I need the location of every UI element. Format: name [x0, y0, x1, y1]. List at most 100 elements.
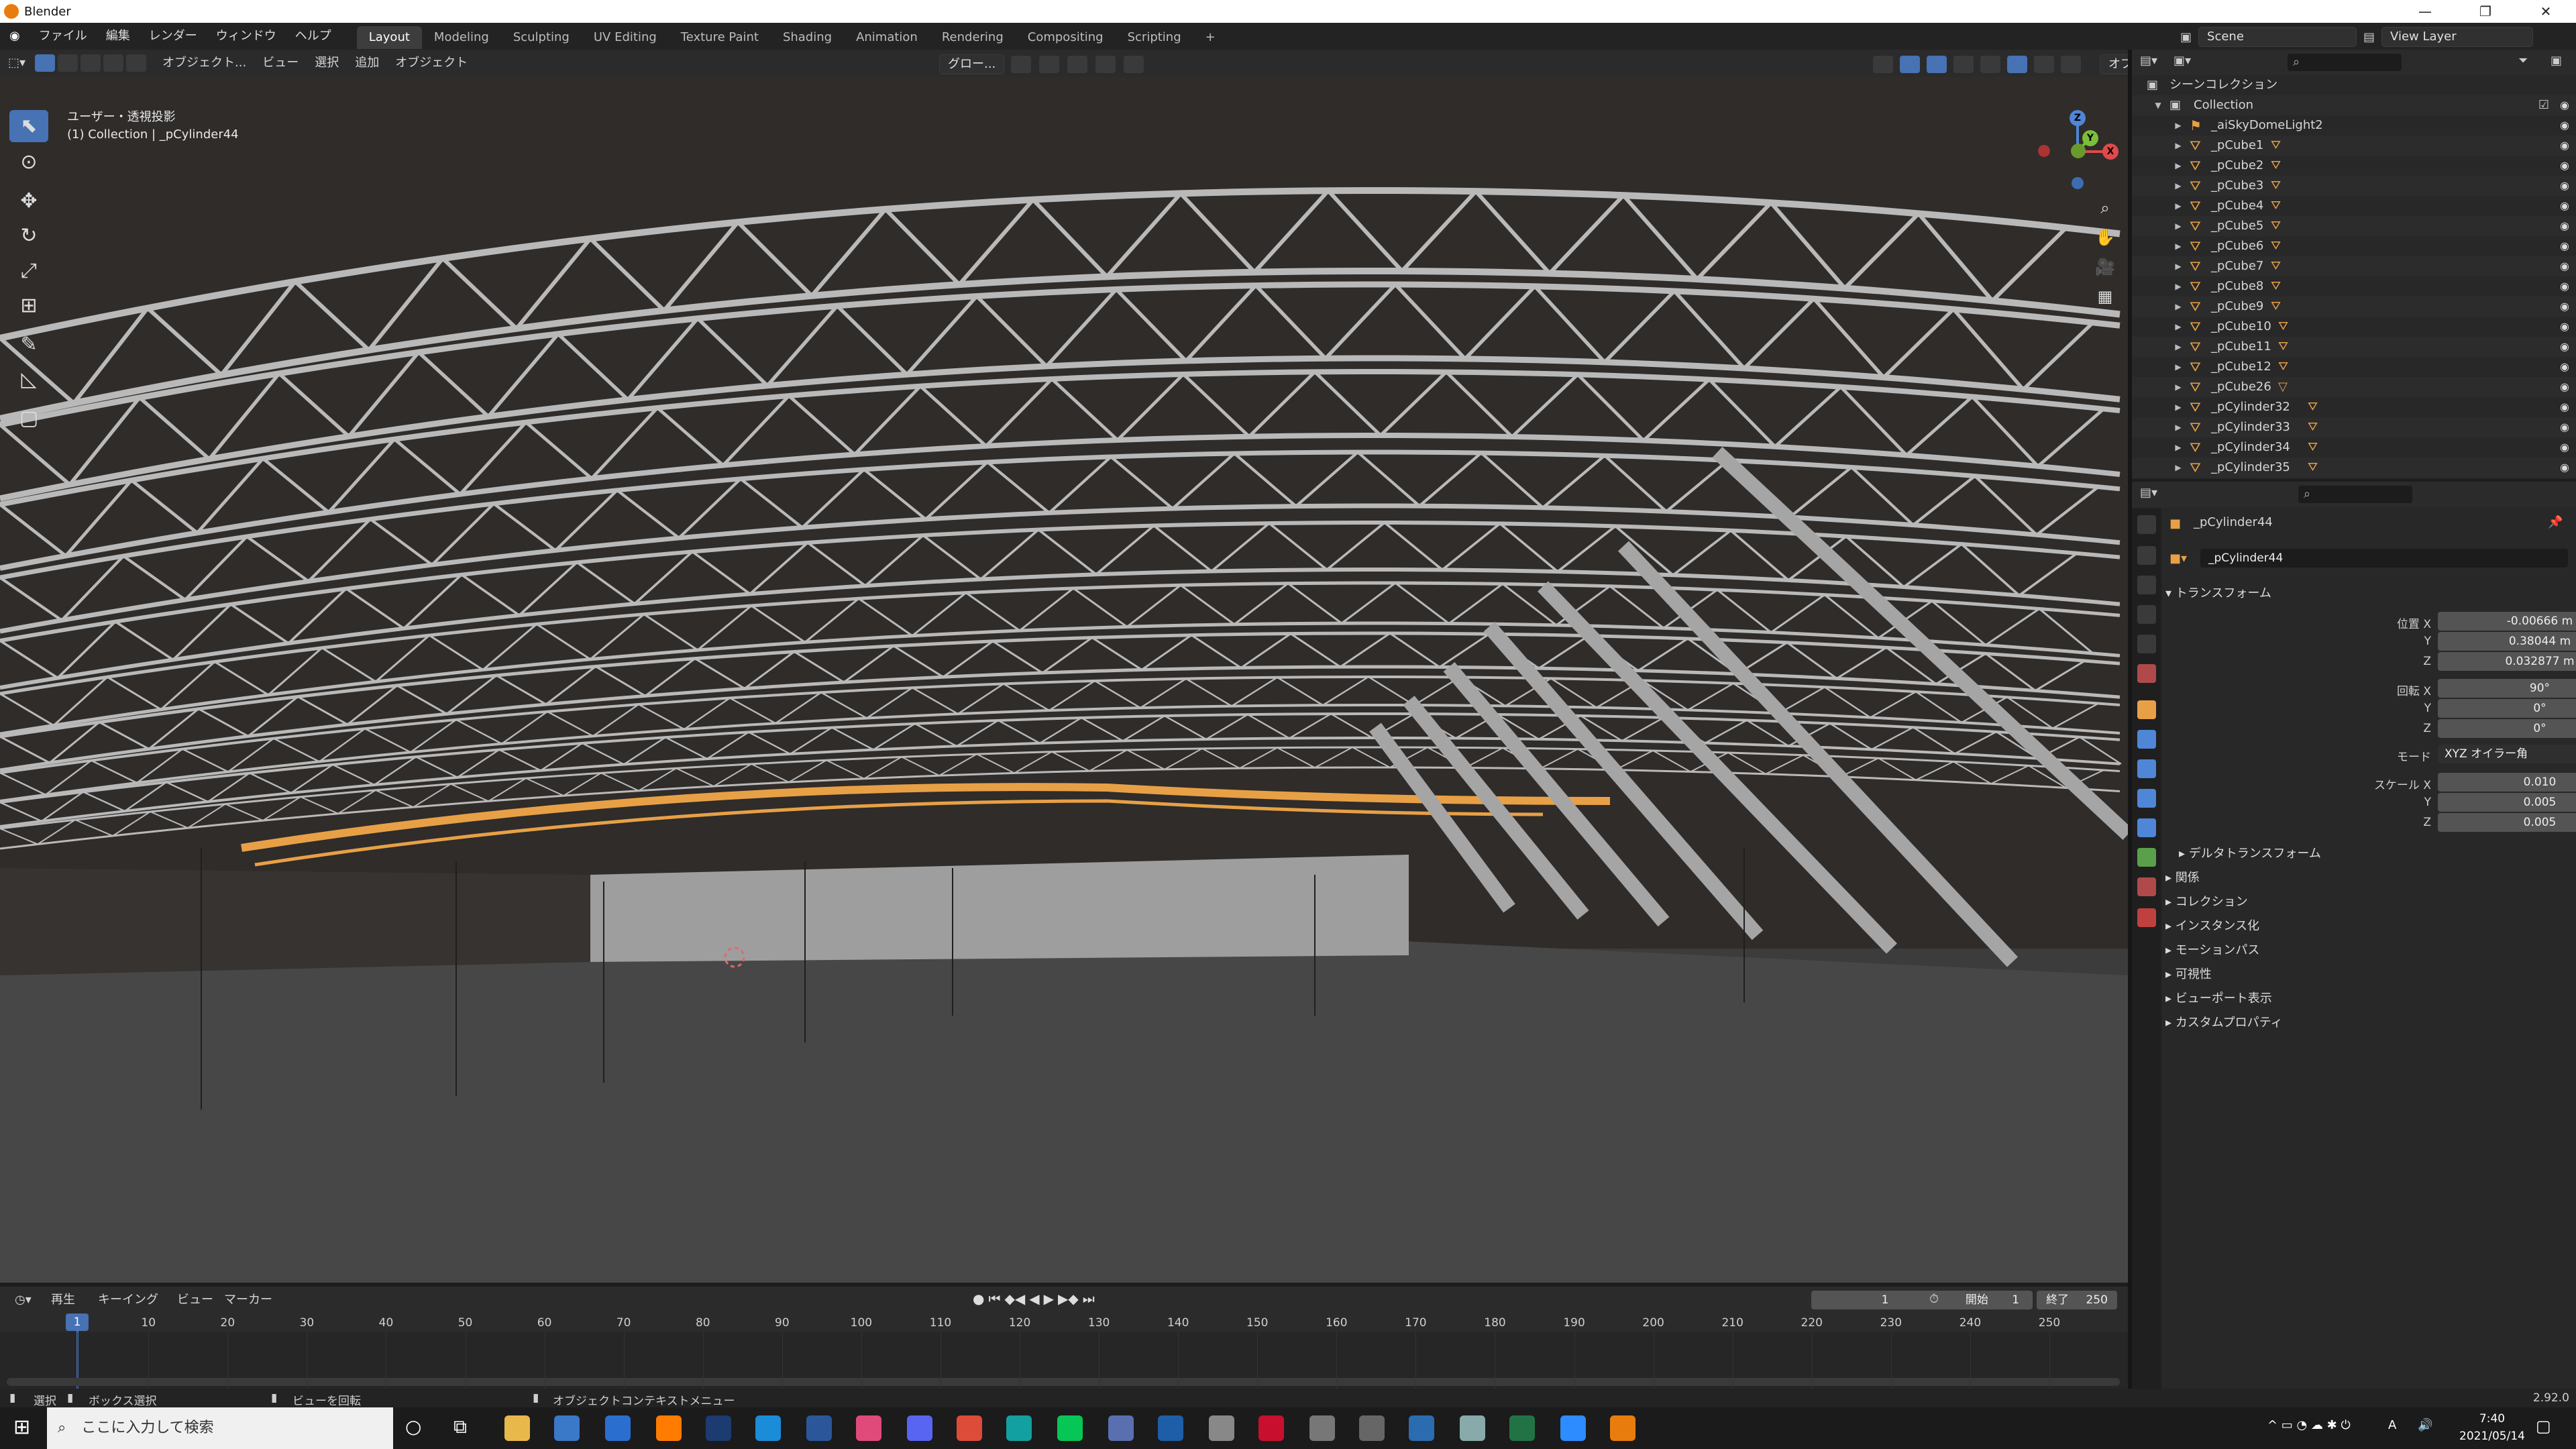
menu-help[interactable]: ヘルプ — [286, 23, 341, 50]
expand-icon[interactable]: ▶ — [2174, 417, 2183, 437]
pan-hand-icon[interactable]: ✋ — [2092, 224, 2118, 251]
texture-tab-icon[interactable] — [2137, 908, 2156, 927]
overlay-toggle-icon[interactable] — [1927, 56, 1947, 73]
expand-icon[interactable]: ▶ — [2174, 176, 2183, 196]
particles-tab-icon[interactable] — [2137, 759, 2156, 778]
blender-taskbar-icon[interactable] — [1610, 1415, 1635, 1441]
outliner-item[interactable]: ▶ ⛛ _pCylinder34 ⛛ ◉ — [2132, 437, 2576, 458]
outliner-scene-collection[interactable]: ▣ シーンコレクション — [2132, 75, 2576, 95]
close-icon[interactable]: ✕ — [2516, 0, 2576, 23]
ortho-toggle-icon[interactable]: ▦ — [2092, 283, 2118, 310]
outliner-item[interactable]: ▶ ⛛ _pCylinder33 ⛛ ◉ — [2132, 417, 2576, 437]
outliner-item[interactable]: ▶ ⛛ _pCube26 ▽ ◉ — [2132, 377, 2576, 397]
menu-marker[interactable]: マーカー — [216, 1287, 280, 1313]
expand-icon[interactable]: ▶ — [2174, 256, 2183, 276]
location-z-field[interactable]: 0.032877 m — [2438, 652, 2576, 671]
photos-icon[interactable] — [1409, 1415, 1434, 1441]
expand-icon[interactable]: ▶ — [2174, 437, 2183, 458]
menu-timeline-view[interactable]: ビュー — [169, 1287, 221, 1313]
tab-compositing[interactable]: Compositing — [1016, 26, 1116, 49]
material-tab-icon[interactable] — [2137, 877, 2156, 896]
outliner-search-icon[interactable]: ⌕ — [2288, 54, 2402, 71]
eye-icon[interactable]: ◉ — [2560, 397, 2569, 417]
panel-instancing[interactable]: ▸ インスタンス化 — [2165, 916, 2259, 934]
start-frame-field[interactable]: 開始 1 — [1952, 1291, 2033, 1309]
object-tab-icon[interactable] — [2137, 700, 2156, 719]
mesh-data-icon[interactable]: ⛛ — [2271, 276, 2281, 297]
eye-icon[interactable]: ◉ — [2560, 196, 2569, 216]
outliner-item[interactable]: ▶ ⛛ _pCube12 ⛛ ◉ — [2132, 357, 2576, 377]
scale-z-field[interactable]: 0.005 — [2438, 813, 2576, 832]
properties-search-icon[interactable]: ⌕ — [2298, 486, 2412, 503]
prev-keyframe-icon[interactable]: ◆◀ — [1004, 1291, 1025, 1307]
chrome-icon[interactable] — [957, 1415, 982, 1441]
file-explorer-icon[interactable] — [504, 1415, 530, 1441]
menu-keying[interactable]: キーイング — [90, 1287, 166, 1313]
outliner-item[interactable]: ▶ ⛛ _pCube4 ⛛ ◉ — [2132, 196, 2576, 216]
menu-view[interactable]: ビュー — [254, 50, 307, 76]
rotation-x-field[interactable]: 90° — [2438, 679, 2576, 698]
play-reverse-icon[interactable]: ◀ — [1029, 1291, 1039, 1307]
eye-icon[interactable]: ◉ — [2560, 236, 2569, 256]
tab-rendering[interactable]: Rendering — [930, 26, 1016, 49]
properties-editor-icon[interactable]: ▤▾ — [2140, 486, 2157, 500]
physics-tab-icon[interactable] — [2137, 789, 2156, 808]
mesh-data-icon[interactable]: ⛛ — [2278, 337, 2288, 357]
delta-transform-panel[interactable]: ▸ デルタトランスフォーム — [2179, 844, 2321, 861]
expand-icon[interactable]: ▶ — [2174, 317, 2183, 337]
outliner-item[interactable]: ▶ ⛛ _pCube10 ⛛ ◉ — [2132, 317, 2576, 337]
eye-icon[interactable]: ◉ — [2560, 136, 2569, 156]
gizmo-toggle-icon[interactable] — [1900, 56, 1920, 73]
menu-add[interactable]: 追加 — [347, 50, 387, 76]
eye-icon[interactable]: ◉ — [2560, 176, 2569, 196]
data-tab-icon[interactable] — [2137, 848, 2156, 867]
3d-viewport[interactable]: ユーザー・透視投影 (1) Collection | _pCylinder44 … — [0, 76, 2128, 1283]
app-note-icon[interactable] — [1460, 1415, 1485, 1441]
volume-icon[interactable]: 🔊 — [2418, 1418, 2432, 1432]
select-extend-icon[interactable] — [80, 54, 101, 72]
scale-tool-icon[interactable]: ⤢ — [9, 255, 48, 287]
eye-icon[interactable]: ◉ — [2560, 357, 2569, 377]
eye-icon[interactable]: ◉ — [2560, 276, 2569, 297]
rotation-mode-dropdown[interactable]: XYZ オイラー角 — [2438, 745, 2576, 763]
expand-icon[interactable]: ▶ — [2174, 115, 2183, 136]
mesh-data-icon[interactable]: ⛛ — [2308, 458, 2318, 478]
menu-window[interactable]: ウィンドウ — [207, 23, 286, 50]
outliner-item[interactable]: ▶ ⛛ _pCube6 ⛛ ◉ — [2132, 236, 2576, 256]
transform-tool-icon[interactable]: ⊞ — [9, 290, 48, 322]
tab-layout[interactable]: Layout — [356, 25, 422, 49]
mesh-data-icon[interactable]: ⛛ — [2308, 437, 2318, 458]
shading-material-icon[interactable] — [2034, 56, 2054, 73]
outliner-collection[interactable]: ▼ ▣ Collection ☑ ◉ — [2132, 95, 2576, 115]
panel-custom-properties[interactable]: ▸ カスタムプロパティ — [2165, 1013, 2283, 1030]
tab-uv-editing[interactable]: UV Editing — [582, 26, 669, 49]
mesh-data-icon[interactable]: ⛛ — [2278, 357, 2288, 377]
location-y-field[interactable]: 0.38044 m — [2438, 632, 2576, 651]
mesh-data-icon[interactable]: ⛛ — [2308, 397, 2318, 417]
mesh-data-icon[interactable]: ⛛ — [2278, 317, 2288, 337]
expand-icon[interactable]: ▶ — [2174, 236, 2183, 256]
expand-icon[interactable]: ▼ — [2153, 95, 2163, 115]
expand-icon[interactable]: ▶ — [2174, 156, 2183, 176]
expand-icon[interactable]: ▶ — [2174, 397, 2183, 417]
expand-icon[interactable]: ▶ — [2174, 377, 2183, 397]
rotation-z-field[interactable]: 0° — [2438, 719, 2576, 738]
pivot-icon[interactable] — [1011, 56, 1032, 73]
transform-orientation-dropdown[interactable]: グロー... — [939, 54, 1005, 74]
mode-selector[interactable]: オブジェクト... — [154, 50, 254, 76]
outliner-item[interactable]: ▶ ⛛ _pCube5 ⛛ ◉ — [2132, 216, 2576, 236]
outliner-item[interactable]: ▶ ⛛ _pCylinder35 ⛛ ◉ — [2132, 458, 2576, 478]
pin-icon[interactable]: 📌 — [2548, 515, 2563, 529]
panel-visibility[interactable]: ▸ 可視性 — [2165, 965, 2212, 982]
mesh-data-tri-icon[interactable]: ▽ — [2278, 377, 2288, 397]
eye-icon[interactable]: ◉ — [2560, 337, 2569, 357]
ime-indicator[interactable]: A — [2388, 1418, 2396, 1432]
timeline-editor-icon[interactable]: ◷▾ — [7, 1287, 40, 1313]
add-cube-tool-icon[interactable]: ▢ — [9, 402, 48, 435]
menu-select[interactable]: 選択 — [307, 50, 347, 76]
mesh-data-icon[interactable]: ⛛ — [2271, 216, 2281, 236]
app-steam-icon[interactable] — [1209, 1415, 1234, 1441]
excel-icon[interactable] — [1509, 1415, 1535, 1441]
minimize-icon[interactable]: — — [2395, 0, 2455, 23]
world-tab-icon[interactable] — [2137, 664, 2156, 683]
